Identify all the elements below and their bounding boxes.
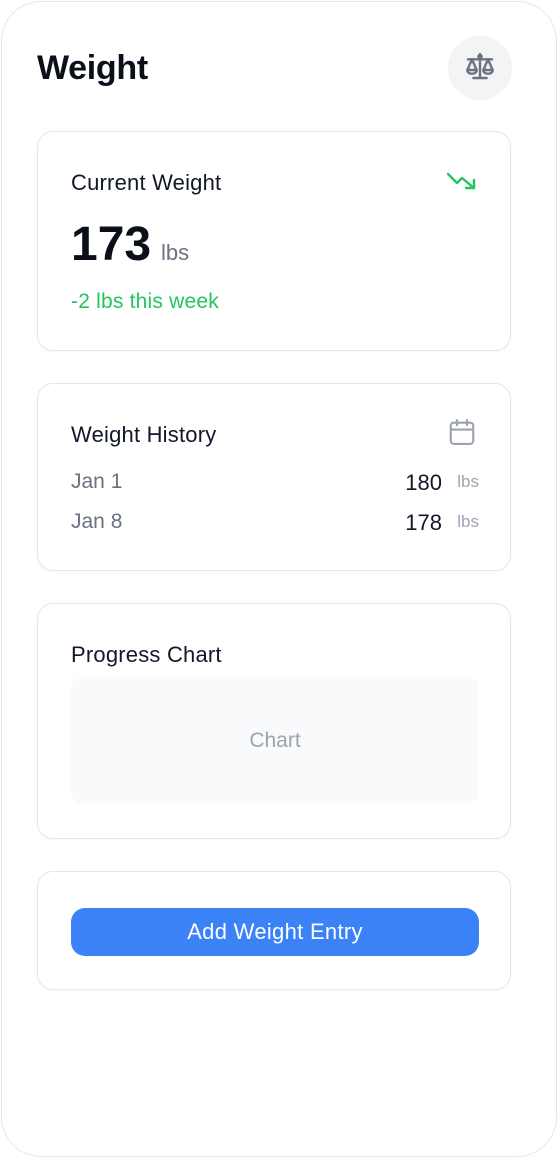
current-weight-title: Current Weight: [71, 170, 222, 195]
history-value: 178: [405, 510, 442, 535]
weight-history-title: Weight History: [71, 422, 217, 447]
progress-chart-title: Progress Chart: [71, 642, 222, 667]
weekly-change: -2 lbs this week: [71, 290, 219, 313]
current-weight-unit: lbs: [161, 240, 190, 265]
history-value: 180: [405, 470, 442, 495]
calendar-icon[interactable]: [447, 417, 477, 452]
history-unit: lbs: [457, 472, 479, 491]
scale-icon: [464, 50, 496, 87]
history-date: Jan 1: [71, 470, 123, 493]
history-date: Jan 8: [71, 510, 123, 533]
add-entry-card: Add Weight Entry: [37, 871, 511, 990]
trending-down-icon: [446, 170, 478, 197]
current-weight-value: 173: [71, 218, 152, 271]
current-weight-card: Current Weight 173 lbs -2 lbs this week: [37, 131, 511, 351]
chart-placeholder-label: Chart: [249, 728, 301, 752]
add-weight-entry-button[interactable]: Add Weight Entry: [71, 908, 479, 956]
history-row: Jan 8 178 lbs: [71, 510, 479, 538]
page-title: Weight: [37, 49, 148, 87]
chart-placeholder: Chart: [71, 677, 479, 804]
progress-chart-card: Progress Chart Chart: [37, 603, 511, 839]
app-frame: Weight Current Weight 173 lbs -2 lbs thi…: [1, 1, 557, 1157]
scale-button[interactable]: [448, 36, 512, 100]
history-unit: lbs: [457, 512, 479, 531]
weight-history-card: Weight History Jan 1 180 lbs Jan 8 178 l…: [37, 383, 511, 571]
history-row: Jan 1 180 lbs: [71, 470, 479, 498]
